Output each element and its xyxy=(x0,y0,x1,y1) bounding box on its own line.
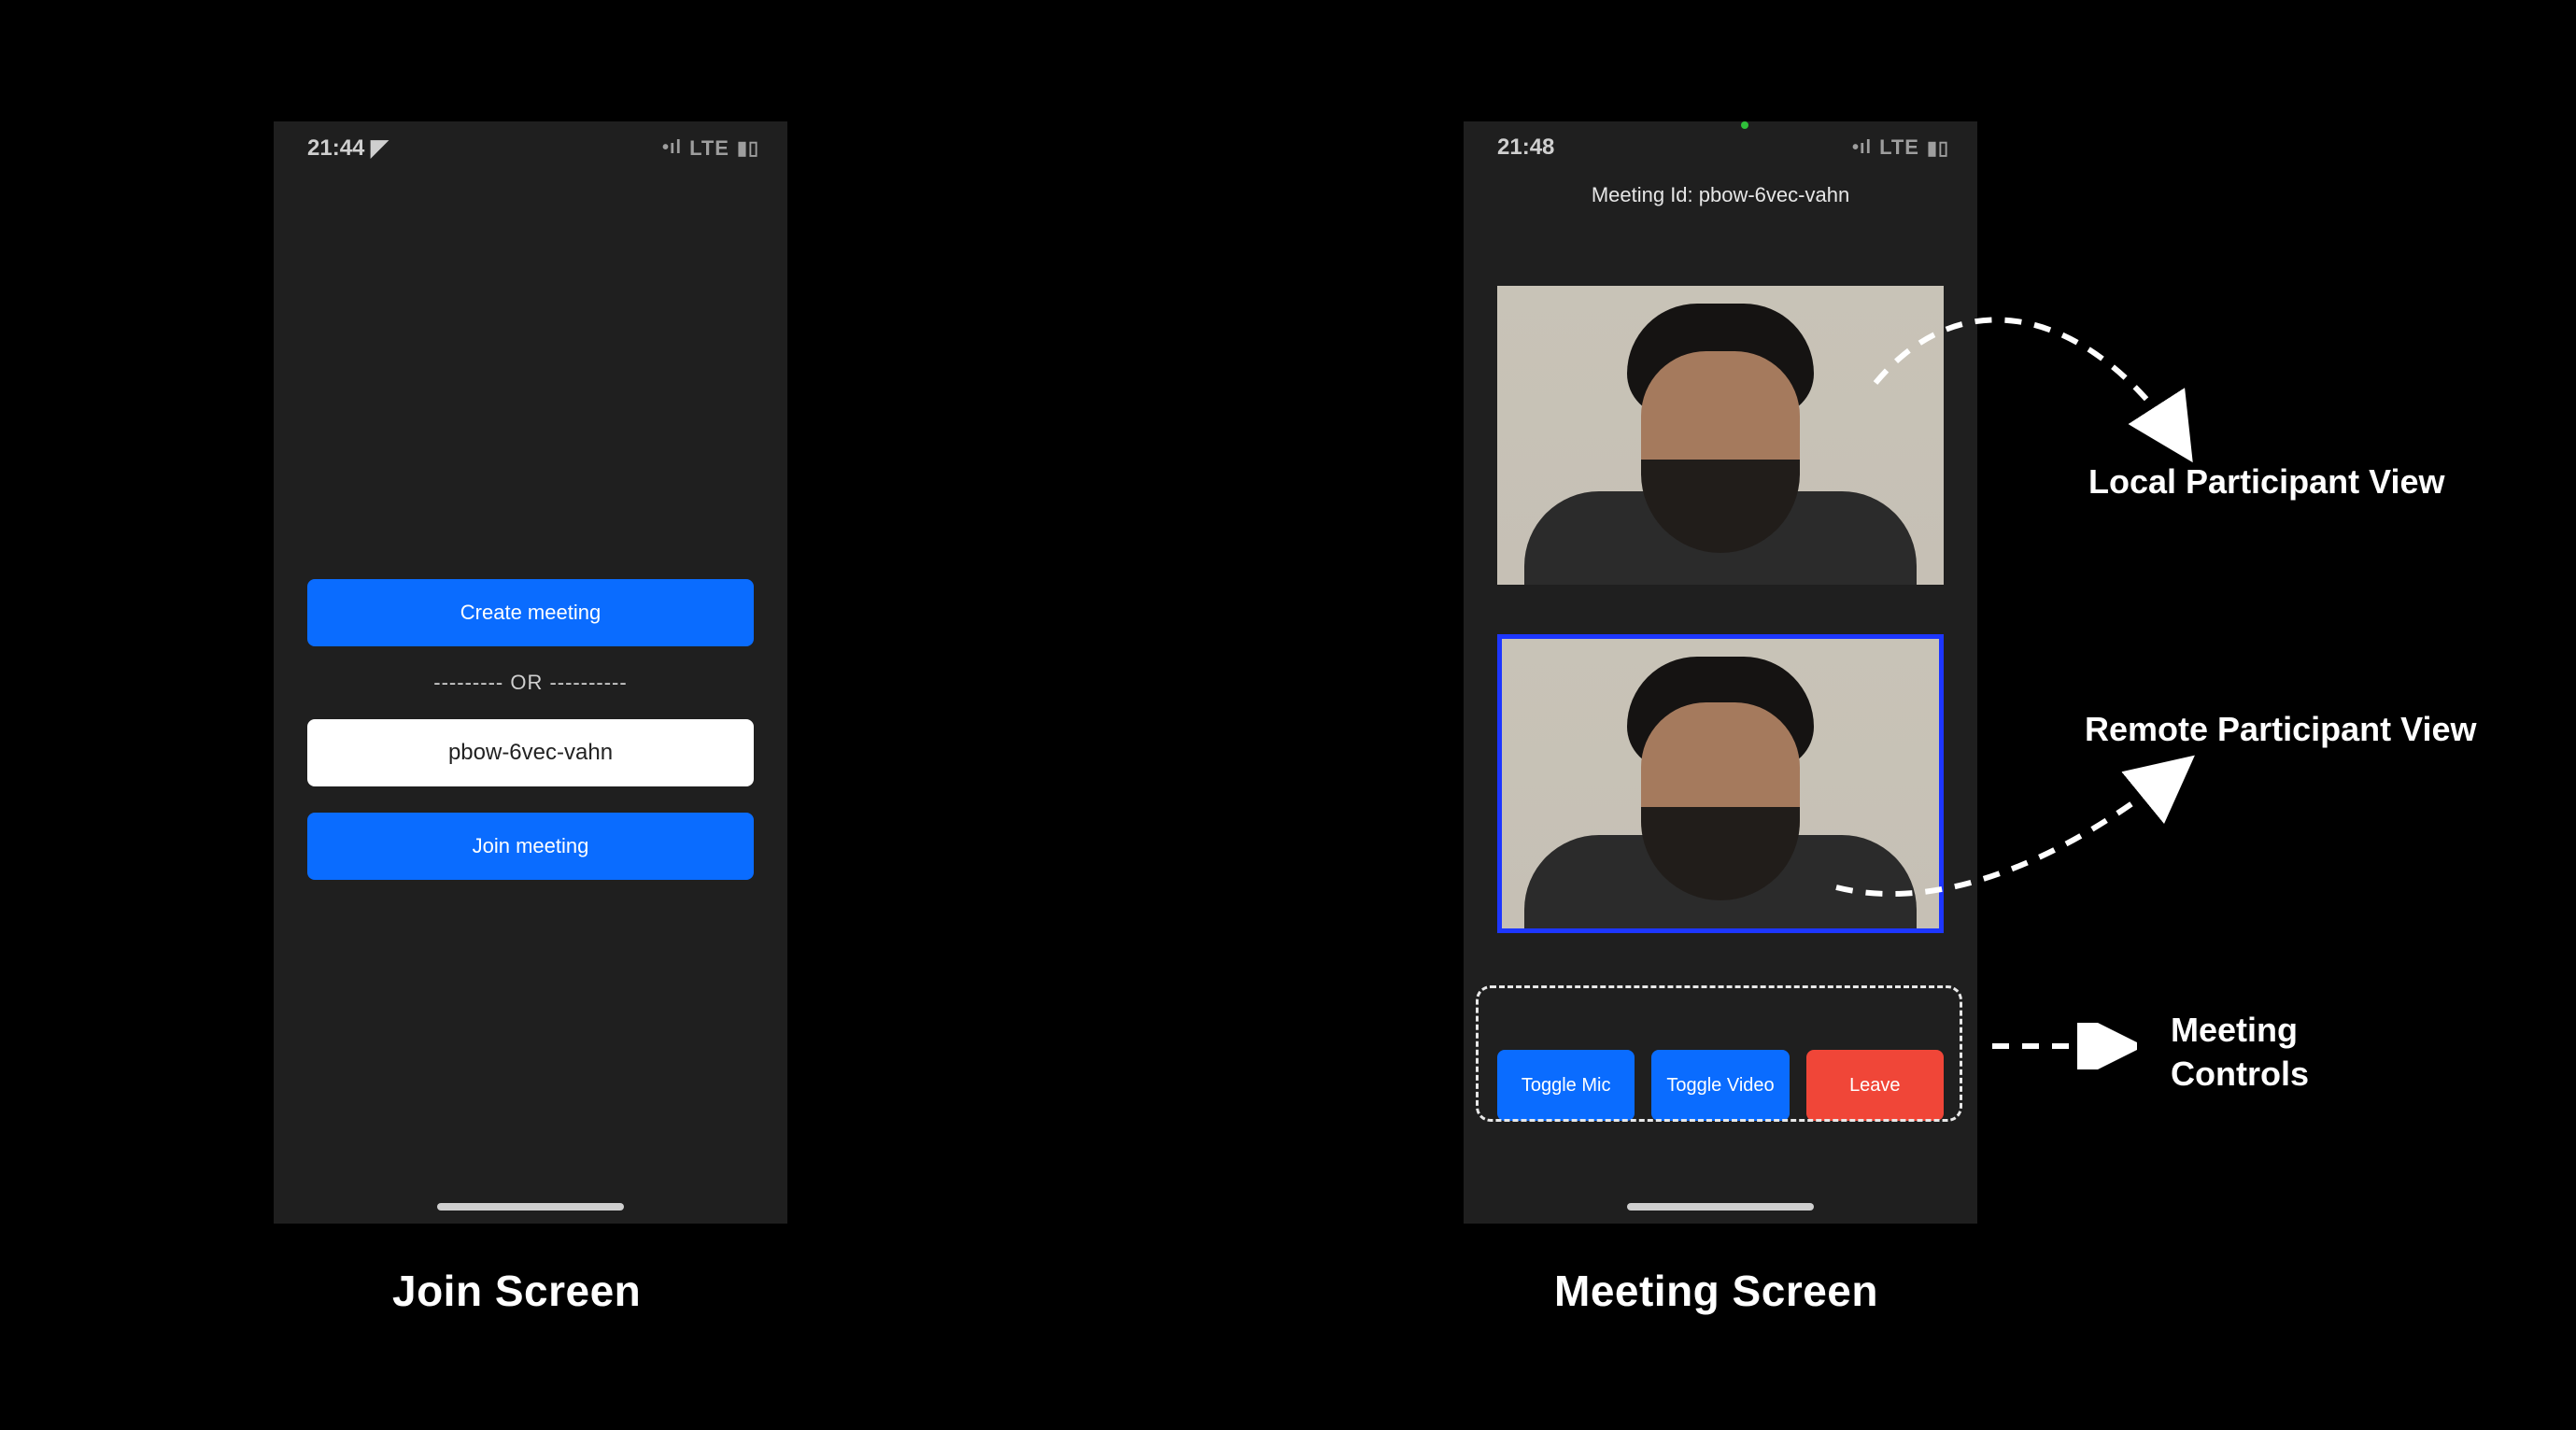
status-network: •ıl LTE ▮▯ xyxy=(1852,135,1949,160)
camera-indicator-dot xyxy=(1741,121,1748,129)
meeting-id-label: Meeting Id: pbow-6vec-vahn xyxy=(1464,183,1977,207)
status-time: 21:48 xyxy=(1497,135,1554,161)
home-indicator xyxy=(1627,1203,1814,1211)
meeting-screen-caption: Meeting Screen xyxy=(1554,1266,1878,1316)
create-meeting-button[interactable]: Create meeting xyxy=(307,579,754,646)
controls-callout-box xyxy=(1476,985,1962,1122)
status-bar: 21:44 ◤ •ıl LTE ▮▯ xyxy=(274,121,787,169)
or-divider: --------- OR ---------- xyxy=(307,671,754,695)
join-screen-caption: Join Screen xyxy=(392,1266,641,1316)
arrow-controls xyxy=(1988,1023,2137,1069)
arrow-local xyxy=(1857,280,2221,495)
join-meeting-button[interactable]: Join meeting xyxy=(307,813,754,880)
annotation-controls: MeetingControls xyxy=(2171,1009,2309,1097)
join-screen-phone: 21:44 ◤ •ıl LTE ▮▯ Create meeting ------… xyxy=(274,121,787,1224)
status-bar: 21:48 •ıl LTE ▮▯ xyxy=(1464,121,1977,168)
meeting-id-input[interactable]: pbow-6vec-vahn xyxy=(307,719,754,786)
arrow-remote xyxy=(1799,738,2210,921)
status-network: •ıl LTE ▮▯ xyxy=(662,136,759,161)
home-indicator xyxy=(437,1203,624,1211)
status-time: 21:44 ◤ xyxy=(307,135,389,162)
